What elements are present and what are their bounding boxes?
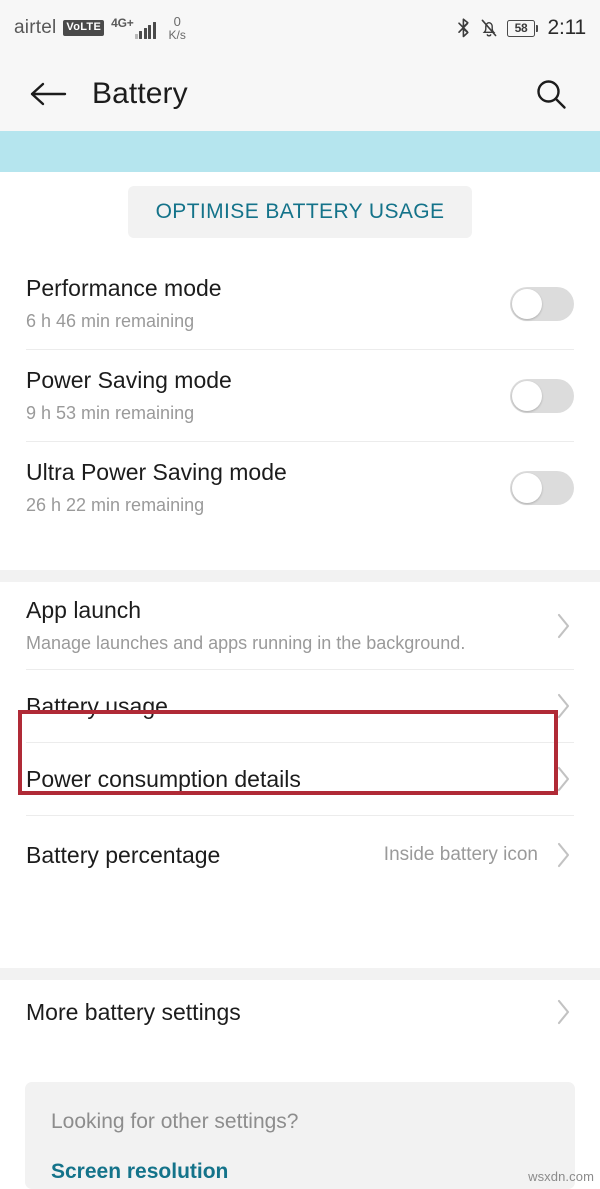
optimise-button-row: OPTIMISE BATTERY USAGE xyxy=(0,186,600,238)
data-speed-value: 0 xyxy=(173,13,181,29)
row-title: Battery percentage xyxy=(26,841,221,868)
data-speed-unit: K/s xyxy=(168,27,186,42)
screen-resolution-link[interactable]: Screen resolution xyxy=(51,1160,549,1184)
row-title: Power consumption details xyxy=(26,765,301,792)
status-bar-right: 58 2:11 xyxy=(456,16,586,40)
row-title: App launch xyxy=(26,597,142,623)
bell-muted-icon xyxy=(480,18,498,38)
row-title: More battery settings xyxy=(26,999,241,1025)
row-subtitle: 26 h 22 min remaining xyxy=(26,494,205,515)
data-speed-indicator: 0 K/s xyxy=(169,15,186,41)
back-arrow-icon[interactable] xyxy=(26,72,70,116)
row-power-saving-mode[interactable]: Power Saving mode 9 h 53 min remaining xyxy=(0,350,600,441)
row-more-battery-settings[interactable]: More battery settings xyxy=(0,980,600,1045)
row-text-block: More battery settings xyxy=(26,998,538,1027)
row-app-launch[interactable]: App launch Manage launches and apps runn… xyxy=(0,582,600,669)
optimise-battery-usage-button[interactable]: OPTIMISE BATTERY USAGE xyxy=(127,186,473,238)
battery-level-banner xyxy=(0,131,600,172)
row-subtitle: Manage launches and apps running in the … xyxy=(26,632,466,653)
battery-percentage-value: Inside battery icon xyxy=(383,843,538,865)
row-power-consumption-details[interactable]: Power consumption details xyxy=(0,743,600,815)
battery-links-card: App launch Manage launches and apps runn… xyxy=(0,582,600,895)
row-text-block: App launch Manage launches and apps runn… xyxy=(26,596,538,655)
row-ultra-power-saving-mode[interactable]: Ultra Power Saving mode 26 h 22 min rema… xyxy=(0,442,600,533)
row-title: Performance mode xyxy=(26,275,222,301)
toggle-ultra-power-saving-mode[interactable] xyxy=(510,470,574,505)
row-text-block: Performance mode 6 h 46 min remaining xyxy=(26,274,494,333)
status-bar: airtel VoLTE 4G+ 0 K/s 58 2:11 xyxy=(0,0,600,56)
row-text-block: Power Saving mode 9 h 53 min remaining xyxy=(26,366,494,425)
watermark: wsxdn.com xyxy=(528,1169,594,1184)
battery-settings-screen: airtel VoLTE 4G+ 0 K/s 58 2:11 Battery O… xyxy=(0,0,600,1189)
carrier-label: airtel xyxy=(14,16,57,38)
row-title: Ultra Power Saving mode xyxy=(26,459,287,486)
row-subtitle: 9 h 53 min remaining xyxy=(26,402,195,423)
signal-bars-icon xyxy=(134,21,156,40)
search-icon[interactable] xyxy=(528,71,574,117)
row-text-block: Ultra Power Saving mode 26 h 22 min rema… xyxy=(26,458,494,517)
signal-group: 4G+ xyxy=(111,16,156,40)
toggle-power-saving-mode[interactable] xyxy=(510,378,574,413)
row-subtitle: 6 h 46 min remaining xyxy=(26,310,195,331)
battery-indicator-icon: 58 xyxy=(506,19,539,37)
chevron-right-icon xyxy=(552,842,574,868)
row-title: Battery usage xyxy=(26,692,168,719)
other-settings-card: Looking for other settings? Screen resol… xyxy=(25,1082,575,1189)
chevron-right-icon xyxy=(552,999,574,1025)
row-text-block: Battery percentage xyxy=(26,841,374,870)
section-separator xyxy=(0,570,600,582)
row-battery-percentage[interactable]: Battery percentage Inside battery icon xyxy=(0,816,600,894)
bluetooth-icon xyxy=(456,18,471,38)
row-text-block: Battery usage xyxy=(26,692,538,721)
other-settings-question: Looking for other settings? xyxy=(51,1110,299,1133)
section-separator xyxy=(0,968,600,980)
clock-label: 2:11 xyxy=(547,16,586,39)
battery-level-label: 58 xyxy=(514,21,528,35)
battery-modes-card: Performance mode 6 h 46 min remaining Po… xyxy=(0,258,600,534)
page-title: Battery xyxy=(92,76,188,110)
more-settings-card: More battery settings xyxy=(0,980,600,1045)
row-battery-usage[interactable]: Battery usage xyxy=(0,670,600,742)
row-performance-mode[interactable]: Performance mode 6 h 46 min remaining xyxy=(0,258,600,349)
row-text-block: Power consumption details xyxy=(26,765,538,794)
network-type-label: 4G+ xyxy=(111,16,134,31)
volte-badge: VoLTE xyxy=(63,20,105,36)
app-bar: Battery xyxy=(0,56,600,131)
status-bar-left: airtel VoLTE 4G+ 0 K/s xyxy=(14,15,186,41)
toggle-performance-mode[interactable] xyxy=(510,286,574,321)
chevron-right-icon xyxy=(552,693,574,719)
chevron-right-icon xyxy=(552,613,574,639)
chevron-right-icon xyxy=(552,766,574,792)
row-title: Power Saving mode xyxy=(26,367,232,394)
